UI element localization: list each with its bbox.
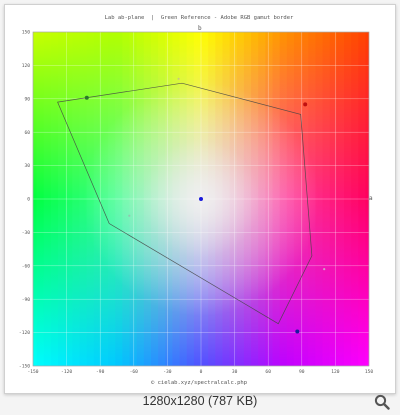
y-tick-label: 0 [27, 197, 30, 203]
x-tick-labels: -150 -120 -90 -60 -30 0 30 60 90 120 150 [27, 369, 373, 375]
x-tick-label: 150 [365, 369, 374, 375]
data-point [295, 329, 300, 334]
data-point [128, 214, 131, 217]
magnifier-icon[interactable] [374, 394, 390, 410]
data-point [84, 95, 89, 100]
y-tick-label: -90 [22, 297, 31, 303]
x-tick-label: -30 [163, 369, 172, 375]
a-axis-label: a [369, 195, 373, 202]
x-tick-label: -60 [130, 369, 139, 375]
x-tick-label: -150 [27, 369, 38, 375]
data-point [177, 77, 180, 80]
b-axis-label: b [198, 25, 202, 32]
chart-credit: © cielab.xyz/spectralcalc.php [150, 380, 248, 386]
image-caption: 1280x1280 (787 KB) [142, 394, 258, 408]
x-tick-label: 30 [232, 369, 238, 375]
y-tick-label: 120 [22, 63, 31, 69]
data-point [199, 197, 203, 201]
lab-ab-chart: -150 -120 -90 -60 -30 0 30 60 90 120 150 150 120 90 6… [19, 30, 373, 375]
x-tick-label: 120 [331, 369, 340, 375]
x-tick-label: 0 [200, 369, 203, 375]
y-tick-label: -60 [22, 263, 31, 269]
data-point [303, 102, 308, 107]
data-point [323, 268, 326, 271]
x-tick-label: 60 [265, 369, 271, 375]
y-tick-label: 90 [24, 96, 30, 102]
y-tick-label: -30 [22, 230, 31, 236]
y-tick-label: 30 [24, 163, 30, 169]
y-tick-label: 60 [24, 130, 30, 136]
x-tick-label: -90 [96, 369, 105, 375]
y-tick-label: 150 [22, 30, 31, 36]
y-tick-labels: 150 120 90 60 30 0 -30 -60 -90 -120 -150 [19, 30, 30, 370]
x-tick-label: 90 [299, 369, 305, 375]
y-tick-label: -150 [19, 364, 30, 370]
x-tick-label: -120 [61, 369, 72, 375]
y-tick-label: -120 [19, 330, 30, 336]
